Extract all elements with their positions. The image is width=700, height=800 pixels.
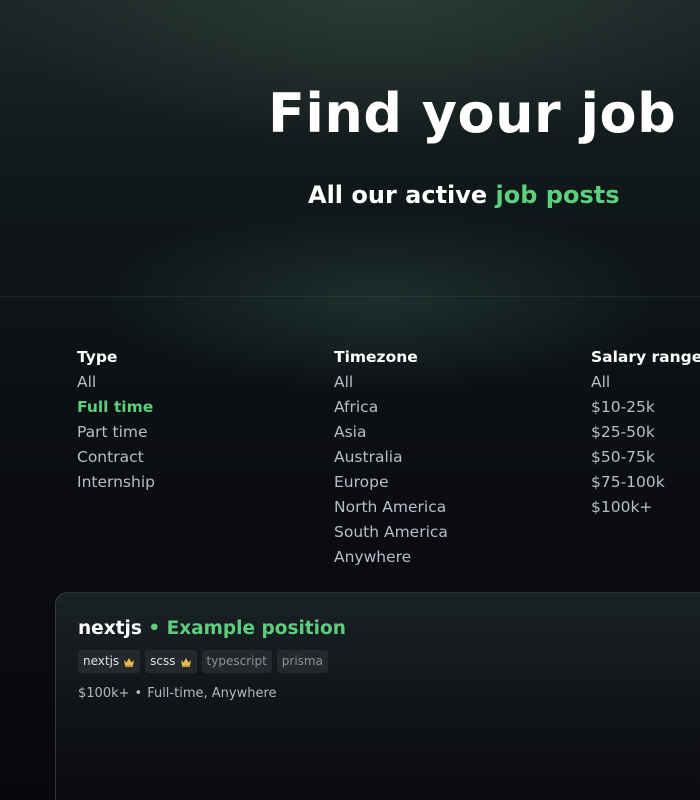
tag-typescript[interactable]: typescript (201, 650, 272, 673)
filter-heading-type: Type (77, 348, 118, 366)
filter-salary-100k-plus[interactable]: $100k+ (591, 495, 700, 520)
filter-type: Type All Full time Part time Contract In… (77, 345, 155, 495)
filter-salary-75-100k[interactable]: $75-100k (591, 470, 700, 495)
job-company: nextjs (78, 618, 142, 639)
job-meta-separator: • (134, 686, 143, 701)
job-tags: nextjs scss typescript prisma (78, 650, 328, 673)
filter-timezone-asia[interactable]: Asia (334, 420, 448, 445)
filter-timezone-north-america[interactable]: North America (334, 495, 448, 520)
hero-background (0, 0, 700, 296)
tag-label: nextjs (83, 654, 120, 668)
job-card[interactable]: nextjs • Example position nextjs scss ty… (55, 592, 700, 800)
filter-heading-timezone: Timezone (334, 348, 418, 366)
tag-scss[interactable]: scss (145, 650, 197, 673)
subtitle-accent: job posts (495, 181, 620, 209)
filter-timezone-south-america[interactable]: South America (334, 520, 448, 545)
tag-label: scss (150, 654, 176, 668)
crown-icon (180, 657, 191, 667)
filter-timezone: Timezone All Africa Asia Australia Europ… (334, 345, 448, 570)
tag-prisma[interactable]: prisma (276, 650, 328, 673)
filter-type-all[interactable]: All (77, 370, 155, 395)
job-meta: $100k+ • Full-time, Anywhere (78, 685, 277, 703)
filter-type-full-time[interactable]: Full time (77, 395, 155, 420)
filter-type-internship[interactable]: Internship (77, 470, 155, 495)
tag-label: typescript (206, 654, 267, 668)
job-title-separator: • (148, 618, 161, 639)
job-details: Full-time, Anywhere (147, 686, 277, 701)
tag-nextjs[interactable]: nextjs (78, 650, 141, 673)
filter-timezone-africa[interactable]: Africa (334, 395, 448, 420)
filter-type-contract[interactable]: Contract (77, 445, 155, 470)
filter-timezone-europe[interactable]: Europe (334, 470, 448, 495)
filter-heading-salary: Salary range (591, 348, 700, 366)
page-subtitle: All our active job posts (308, 180, 620, 211)
filter-salary-10-25k[interactable]: $10-25k (591, 395, 700, 420)
filter-type-part-time[interactable]: Part time (77, 420, 155, 445)
filter-salary-50-75k[interactable]: $50-75k (591, 445, 700, 470)
page-title: Find your job (268, 82, 677, 145)
job-salary: $100k+ (78, 686, 130, 701)
crown-icon (124, 657, 135, 667)
section-divider (0, 296, 700, 297)
job-title: nextjs • Example position (78, 617, 346, 641)
page: Find your job All our active job posts T… (0, 0, 700, 800)
filter-salary: Salary range All $10-25k $25-50k $50-75k… (591, 345, 700, 520)
filter-salary-all[interactable]: All (591, 370, 700, 395)
filter-salary-25-50k[interactable]: $25-50k (591, 420, 700, 445)
filter-timezone-australia[interactable]: Australia (334, 445, 448, 470)
job-position: Example position (166, 618, 346, 639)
tag-label: prisma (281, 654, 323, 668)
filter-timezone-all[interactable]: All (334, 370, 448, 395)
filter-timezone-anywhere[interactable]: Anywhere (334, 545, 448, 570)
subtitle-prefix: All our active (308, 181, 496, 209)
